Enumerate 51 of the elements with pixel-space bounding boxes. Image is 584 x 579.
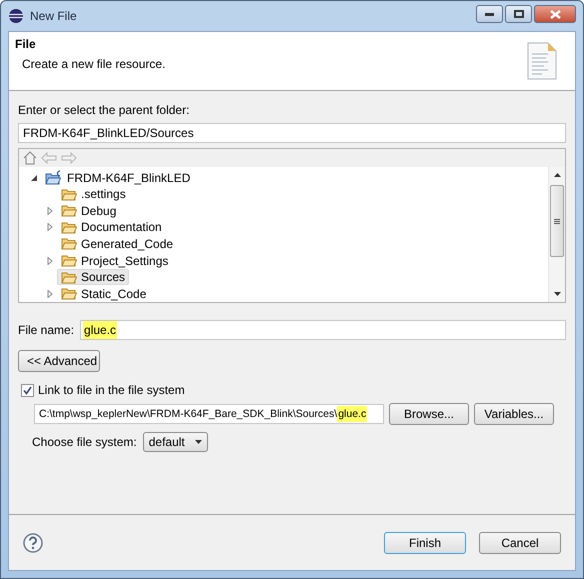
grip-icon bbox=[554, 218, 560, 224]
minimize-icon bbox=[485, 12, 494, 16]
dropdown-arrow-icon bbox=[194, 440, 202, 444]
tree-item[interactable]: FRDM-K64F_BlinkLED bbox=[41, 169, 194, 186]
folder-icon bbox=[61, 237, 77, 250]
scrollbar[interactable] bbox=[548, 167, 565, 302]
file-system-dropdown[interactable]: default bbox=[142, 432, 208, 452]
file-name-label: File name: bbox=[18, 323, 74, 337]
close-icon bbox=[550, 10, 560, 18]
tree-item[interactable]: Debug bbox=[57, 202, 120, 219]
checkbox[interactable] bbox=[21, 384, 34, 396]
finish-button[interactable]: Finish bbox=[384, 532, 466, 554]
cancel-button[interactable]: Cancel bbox=[479, 532, 561, 554]
scroll-up-arrow-icon[interactable] bbox=[554, 173, 560, 178]
minimize-button[interactable] bbox=[476, 5, 503, 23]
globe-icon bbox=[8, 8, 24, 24]
tree-item[interactable]: Documentation bbox=[57, 219, 166, 236]
document-icon bbox=[527, 42, 557, 80]
tree-item[interactable]: .settings bbox=[57, 186, 130, 202]
file-name-field[interactable]: glue.c bbox=[80, 320, 566, 340]
file-system-label: Choose file system: bbox=[32, 435, 137, 449]
maximize-icon bbox=[514, 10, 524, 18]
tree-item[interactable]: Static_Code bbox=[57, 286, 150, 302]
maximize-button[interactable] bbox=[505, 5, 532, 23]
variables-button[interactable]: Variables... bbox=[474, 403, 554, 425]
folder-icon bbox=[61, 287, 77, 300]
collapsed-arrow-icon[interactable] bbox=[46, 290, 54, 298]
close-button[interactable] bbox=[534, 5, 576, 23]
folder-icon bbox=[61, 254, 77, 268]
home-icon[interactable] bbox=[23, 151, 37, 166]
advanced-button[interactable]: << Advanced bbox=[18, 350, 100, 372]
tree-item[interactable]: Generated_Code bbox=[57, 236, 178, 252]
folder-icon bbox=[61, 204, 77, 218]
window-title: New File bbox=[30, 9, 77, 23]
help-icon[interactable] bbox=[23, 532, 43, 552]
link-checkbox-label[interactable]: Link to file in the file system bbox=[38, 383, 185, 397]
collapsed-arrow-icon[interactable] bbox=[46, 256, 54, 265]
folder-icon bbox=[61, 188, 77, 201]
tree-item[interactable]: Sources bbox=[57, 269, 130, 286]
scroll-down-arrow-icon[interactable] bbox=[554, 292, 560, 296]
tree-item[interactable]: Project_Settings bbox=[57, 252, 172, 269]
folder-icon bbox=[61, 270, 77, 284]
project-folder-icon bbox=[45, 170, 63, 186]
parent-folder-label: Enter or select the parent folder: bbox=[18, 103, 190, 117]
parent-folder-field[interactable]: FRDM-K64F_BlinkLED/Sources bbox=[18, 123, 566, 143]
page-title: File bbox=[15, 37, 37, 51]
expanded-arrow-icon[interactable] bbox=[30, 174, 38, 182]
link-path-field[interactable]: C:\tmp\wsp_keplerNew\FRDM-K64F_Bare_SDK_Blink\Sources\glue.c bbox=[34, 404, 384, 424]
browse-button[interactable]: Browse... bbox=[389, 403, 469, 425]
folder-icon bbox=[61, 220, 77, 234]
page-description: Create a new file resource. bbox=[21, 57, 166, 71]
